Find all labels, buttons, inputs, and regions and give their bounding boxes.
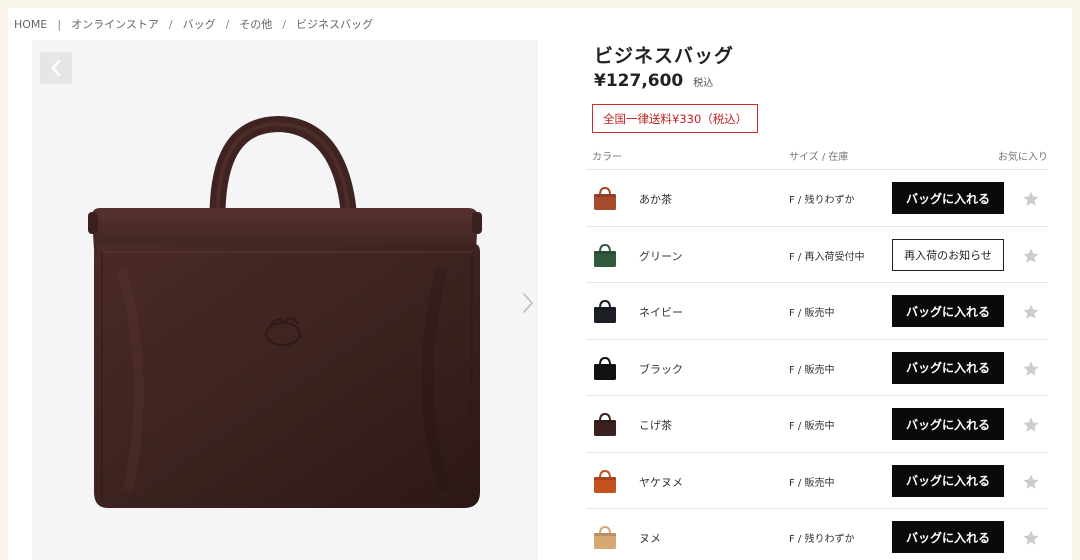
color-name: ブラック <box>639 362 683 376</box>
add-to-bag-button[interactable]: バッグに入れる <box>892 521 1004 553</box>
chevron-left-icon <box>51 59 61 77</box>
color-name: あか茶 <box>639 193 672 206</box>
shipping-badge: 全国一律送料¥330（税込） <box>592 104 759 133</box>
variant-row: ヌメ F / 残りわずか バッグに入れる <box>586 508 1048 560</box>
favorite-button[interactable] <box>1020 245 1042 267</box>
size-stock: F / 販売中 <box>789 364 835 376</box>
size-stock: F / 販売中 <box>789 477 835 489</box>
product-image-gallery[interactable] <box>32 40 538 560</box>
size-stock: F / 再入荷受付中 <box>789 251 865 263</box>
breadcrumb-separator: / <box>225 17 230 31</box>
chevron-right-icon <box>523 293 533 313</box>
color-name: ネイビー <box>639 306 683 319</box>
color-swatch[interactable] <box>590 466 620 496</box>
add-to-bag-button[interactable]: バッグに入れる <box>892 464 1004 497</box>
favorite-button[interactable] <box>1020 527 1042 549</box>
star-icon <box>1023 417 1039 432</box>
variant-table-header: カラー サイズ / 在庫 お気に入り <box>586 148 1048 170</box>
breadcrumb-home[interactable]: HOME <box>14 18 47 31</box>
add-to-bag-button[interactable]: バッグに入れる <box>892 408 1004 440</box>
size-stock: F / 残りわずか <box>789 534 855 545</box>
color-swatch[interactable] <box>590 296 620 326</box>
color-swatch[interactable] <box>590 522 620 552</box>
variant-row: ヤケヌメ F / 販売中 バッグに入れる <box>586 451 1048 509</box>
col-fav-header: お気に入り <box>998 152 1048 163</box>
product-title: ビジネスバッグ <box>594 45 735 67</box>
breadcrumb: HOME | オンラインストア / バッグ / その他 / ビジネスバッグ <box>14 16 373 32</box>
variant-row: こげ茶 F / 販売中 バッグに入れる <box>586 395 1048 452</box>
favorite-button[interactable] <box>1020 358 1042 380</box>
variant-row: ブラック F / 販売中 バッグに入れる <box>586 338 1048 396</box>
add-to-bag-button[interactable]: バッグに入れる <box>892 351 1004 384</box>
breadcrumb-bags[interactable]: バッグ <box>183 16 216 32</box>
add-to-bag-button[interactable]: バッグに入れる <box>892 182 1004 214</box>
breadcrumb-online-store[interactable]: オンラインストア <box>71 16 159 32</box>
color-swatch[interactable] <box>590 409 620 439</box>
color-swatch[interactable] <box>590 240 620 270</box>
color-swatch[interactable] <box>590 183 620 213</box>
breadcrumb-separator: / <box>168 17 173 31</box>
favorite-button[interactable] <box>1020 414 1042 436</box>
variant-row: グリーン F / 再入荷受付中 再入荷のお知らせ <box>586 225 1048 283</box>
price-block: ¥127,600 税込 <box>594 71 713 91</box>
col-color-header: カラー <box>592 152 622 163</box>
breadcrumb-separator: | <box>57 17 62 31</box>
product-image <box>88 115 482 508</box>
star-icon <box>1023 361 1039 376</box>
color-name: ヤケヌメ <box>639 475 683 489</box>
star-icon <box>1023 304 1039 319</box>
favorite-button[interactable] <box>1020 188 1042 210</box>
size-stock: F / 残りわずか <box>789 195 855 206</box>
tax-label: 税込 <box>693 78 714 89</box>
color-name: こげ茶 <box>639 419 672 432</box>
variant-row: ネイビー F / 販売中 バッグに入れる <box>586 282 1048 339</box>
size-stock: F / 販売中 <box>789 421 835 432</box>
star-icon <box>1023 248 1039 263</box>
restock-notify-button[interactable]: 再入荷のお知らせ <box>892 238 1004 271</box>
add-to-bag-button[interactable]: バッグに入れる <box>892 295 1004 327</box>
breadcrumb-current: ビジネスバッグ <box>296 18 374 31</box>
variant-list: あか茶 F / 残りわずか バッグに入れる グリーン F / 再入荷受付中 再入荷のお知ら… <box>586 169 1048 560</box>
size-stock: F / 販売中 <box>789 308 835 319</box>
star-icon <box>1023 474 1039 489</box>
product-price: ¥127,600 <box>594 71 684 91</box>
color-name: ヌメ <box>639 532 661 545</box>
star-icon <box>1023 191 1039 206</box>
col-size-header: サイズ / 在庫 <box>789 152 849 163</box>
color-name: グリーン <box>639 249 683 263</box>
favorite-button[interactable] <box>1020 471 1042 493</box>
variant-row: あか茶 F / 残りわずか バッグに入れる <box>586 169 1048 226</box>
breadcrumb-separator: / <box>282 17 287 31</box>
next-image-button[interactable] <box>520 290 536 316</box>
favorite-button[interactable] <box>1020 301 1042 323</box>
star-icon <box>1023 530 1039 545</box>
prev-image-button[interactable] <box>40 52 72 84</box>
breadcrumb-other[interactable]: その他 <box>239 16 272 32</box>
page: HOME | オンラインストア / バッグ / その他 / ビジネスバッグ ビジ… <box>8 8 1072 560</box>
color-swatch[interactable] <box>590 353 620 383</box>
